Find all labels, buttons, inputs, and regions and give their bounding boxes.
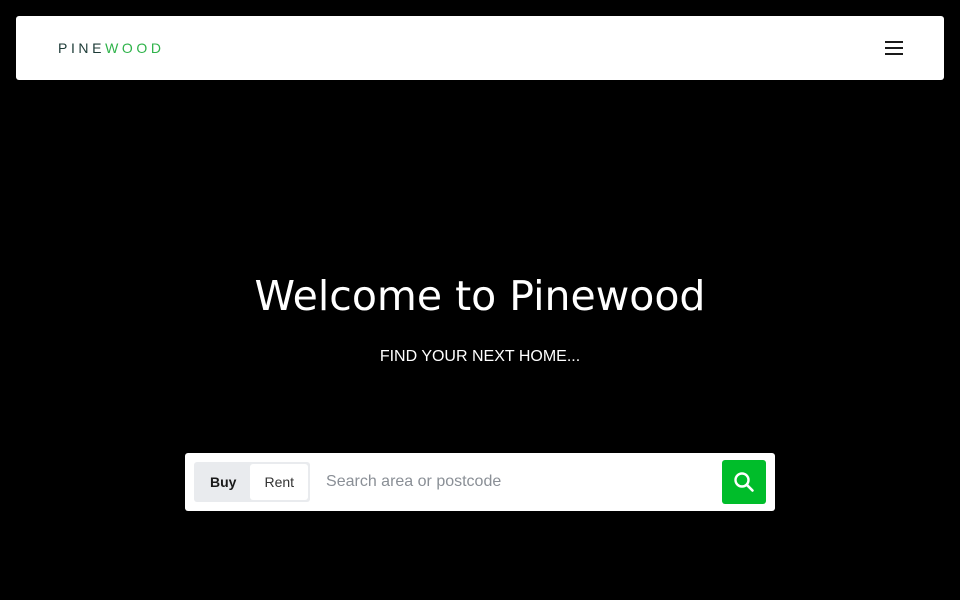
hero-title: Welcome to Pinewood [254,272,706,320]
rent-toggle-button[interactable]: Rent [250,464,309,500]
menu-button[interactable] [882,36,906,60]
search-icon [734,472,754,492]
buy-toggle-button[interactable]: Buy [196,464,251,500]
logo-text-dark: PINE [58,40,106,56]
navbar: PINE WOOD [16,16,944,80]
pinewood-logo[interactable]: PINE WOOD [58,40,165,56]
hero-subtitle: FIND YOUR NEXT HOME... [379,348,581,365]
hamburger-menu-icon [885,41,903,55]
search-input[interactable] [324,462,714,502]
logo-text-green: WOOD [105,40,165,56]
buy-rent-toggle: Buy Rent [194,462,311,502]
search-button[interactable] [722,460,766,504]
search-bar: Buy Rent [185,453,775,511]
